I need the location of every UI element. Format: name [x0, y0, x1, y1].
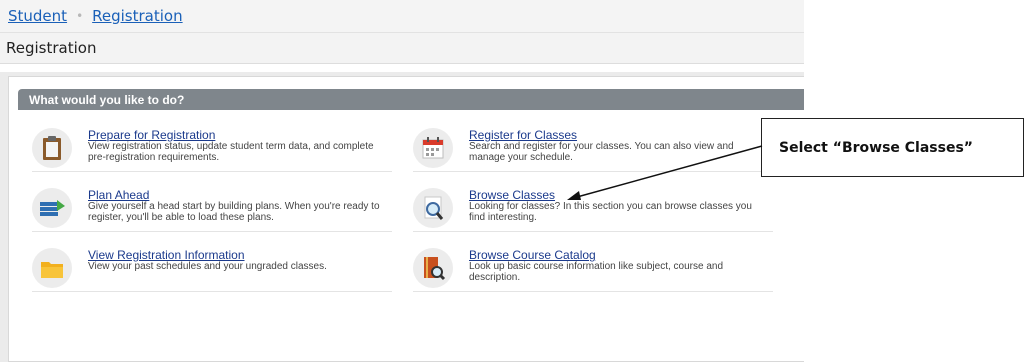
view-registration-information-description: View your past schedules and your ungrad…: [88, 261, 327, 272]
folder-icon[interactable]: [32, 248, 72, 288]
catalog-book-icon[interactable]: [413, 248, 453, 288]
item-plan-ahead: Plan Ahead Give yourself a head start by…: [32, 188, 392, 232]
panel-header: What would you like to do?: [18, 89, 804, 110]
breadcrumb-registration-link[interactable]: Registration: [92, 7, 182, 25]
calendar-icon[interactable]: [413, 128, 453, 168]
plan-list-icon[interactable]: [32, 188, 72, 228]
magnifier-icon[interactable]: [413, 188, 453, 228]
clipboard-icon[interactable]: [32, 128, 72, 168]
browse-course-catalog-link[interactable]: Browse Course Catalog: [469, 248, 596, 262]
breadcrumb-student-link[interactable]: Student: [8, 7, 67, 25]
callout-text: Select “Browse Classes”: [779, 139, 973, 156]
breadcrumb: Student • Registration: [0, 0, 804, 32]
breadcrumb-separator: •: [76, 9, 84, 23]
prepare-for-registration-link[interactable]: Prepare for Registration: [88, 128, 215, 142]
callout-arrow: [567, 145, 763, 200]
plan-ahead-link[interactable]: Plan Ahead: [88, 188, 149, 202]
item-browse-course-catalog: Browse Course Catalog Look up basic cour…: [413, 248, 773, 292]
browse-classes-link[interactable]: Browse Classes: [469, 188, 555, 202]
page-title: Registration: [6, 39, 97, 57]
browse-course-catalog-description: Look up basic course information like su…: [469, 261, 724, 283]
annotation-callout: Select “Browse Classes”: [761, 118, 1024, 177]
page-title-bar: Registration: [0, 32, 804, 64]
plan-ahead-description: Give yourself a head start by building p…: [88, 201, 380, 223]
panel-title: What would you like to do?: [29, 92, 185, 107]
item-view-registration-information: View Registration Information View your …: [32, 248, 392, 292]
view-registration-information-link[interactable]: View Registration Information: [88, 248, 245, 262]
item-prepare-for-registration: Prepare for Registration View registrati…: [32, 128, 392, 172]
prepare-for-registration-description: View registration status, update student…: [88, 141, 374, 163]
